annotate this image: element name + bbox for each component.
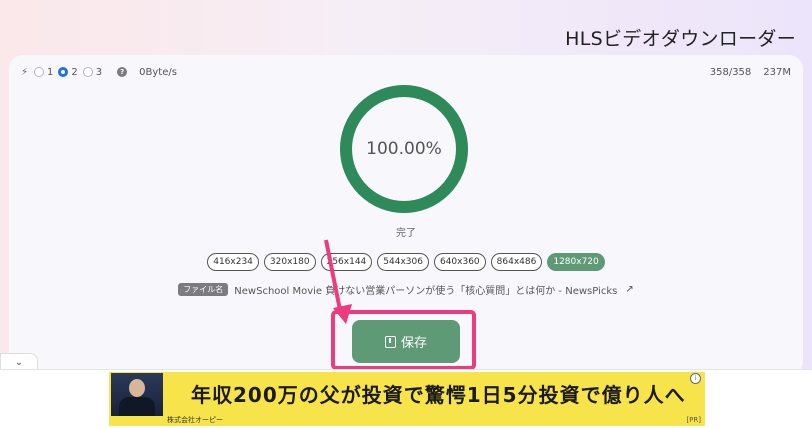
- status-label: 完了: [396, 228, 416, 239]
- resolution-list: 416x234 320x180 256x144 544x306 640x360 864x4…: [9, 253, 803, 271]
- download-speed: 0Byte/s: [139, 66, 177, 78]
- ad-pr-label: [PR]: [686, 416, 701, 424]
- lightning-icon: ⚡: [21, 66, 29, 78]
- resolution-option-864x486[interactable]: 864x486: [490, 253, 543, 271]
- ad-photo: [111, 373, 163, 416]
- progress-percent: 100.00%: [366, 139, 442, 159]
- resolution-option-320x180[interactable]: 320x180: [263, 253, 316, 271]
- radio-button[interactable]: [34, 67, 45, 77]
- resolution-option-544x306[interactable]: 544x306: [377, 253, 429, 271]
- chevron-down-icon: ⌄: [14, 356, 24, 368]
- ad-headline: 年収200万の父が投資で驚愕1日5分投資で億り人へ: [191, 383, 686, 407]
- help-icon[interactable]: ?: [117, 67, 128, 77]
- file-size: 237M: [763, 66, 791, 78]
- ad-collapse-button[interactable]: ⌄: [0, 353, 38, 370]
- thread-option-2[interactable]: 2: [58, 66, 78, 78]
- external-link-icon[interactable]: ↗: [625, 284, 633, 295]
- status-bar: ⚡ 1 2 3 ? 0Byte/s 358/358 237M: [21, 64, 791, 80]
- ad-banner[interactable]: 年収200万の父が投資で驚愕1日5分投資で億り人へ 株式会社オーピー [PR] …: [109, 372, 705, 426]
- resolution-option-256x144[interactable]: 256x144: [320, 253, 373, 271]
- ad-info-icon[interactable]: i: [690, 373, 701, 384]
- resolution-option-1280x720[interactable]: 1280x720: [547, 253, 605, 271]
- save-button[interactable]: 保存: [352, 320, 460, 363]
- resolution-option-640x360[interactable]: 640x360: [433, 253, 486, 271]
- thread-option-1[interactable]: 1: [34, 67, 53, 78]
- filename-badge: ファイル名: [178, 283, 229, 296]
- radio-button[interactable]: [82, 67, 93, 77]
- filename-row: ファイル名 NewSchool Movie 負けない営業パーソンが使う「核心質問…: [9, 282, 803, 297]
- download-icon: [384, 335, 396, 348]
- segment-count: 358/358: [709, 66, 752, 78]
- radio-button-selected[interactable]: [58, 67, 69, 77]
- downloader-panel: ⚡ 1 2 3 ? 0Byte/s 358/358 237M 100.00% 完…: [9, 55, 803, 375]
- thread-option-3[interactable]: 3: [82, 66, 103, 78]
- app-title: HLSビデオダウンローダー: [565, 28, 796, 50]
- thread-option-label: 2: [71, 66, 78, 78]
- resolution-option-416x234[interactable]: 416x234: [207, 253, 259, 271]
- thread-option-label: 1: [47, 66, 54, 78]
- ad-company: 株式会社オーピー: [167, 416, 223, 424]
- thread-option-label: 3: [95, 66, 103, 78]
- save-button-label: 保存: [400, 336, 427, 351]
- filename-text: NewSchool Movie 負けない営業パーソンが使う「核心質問」とは何か …: [234, 286, 618, 297]
- progress-ring: 100.00%: [338, 83, 470, 215]
